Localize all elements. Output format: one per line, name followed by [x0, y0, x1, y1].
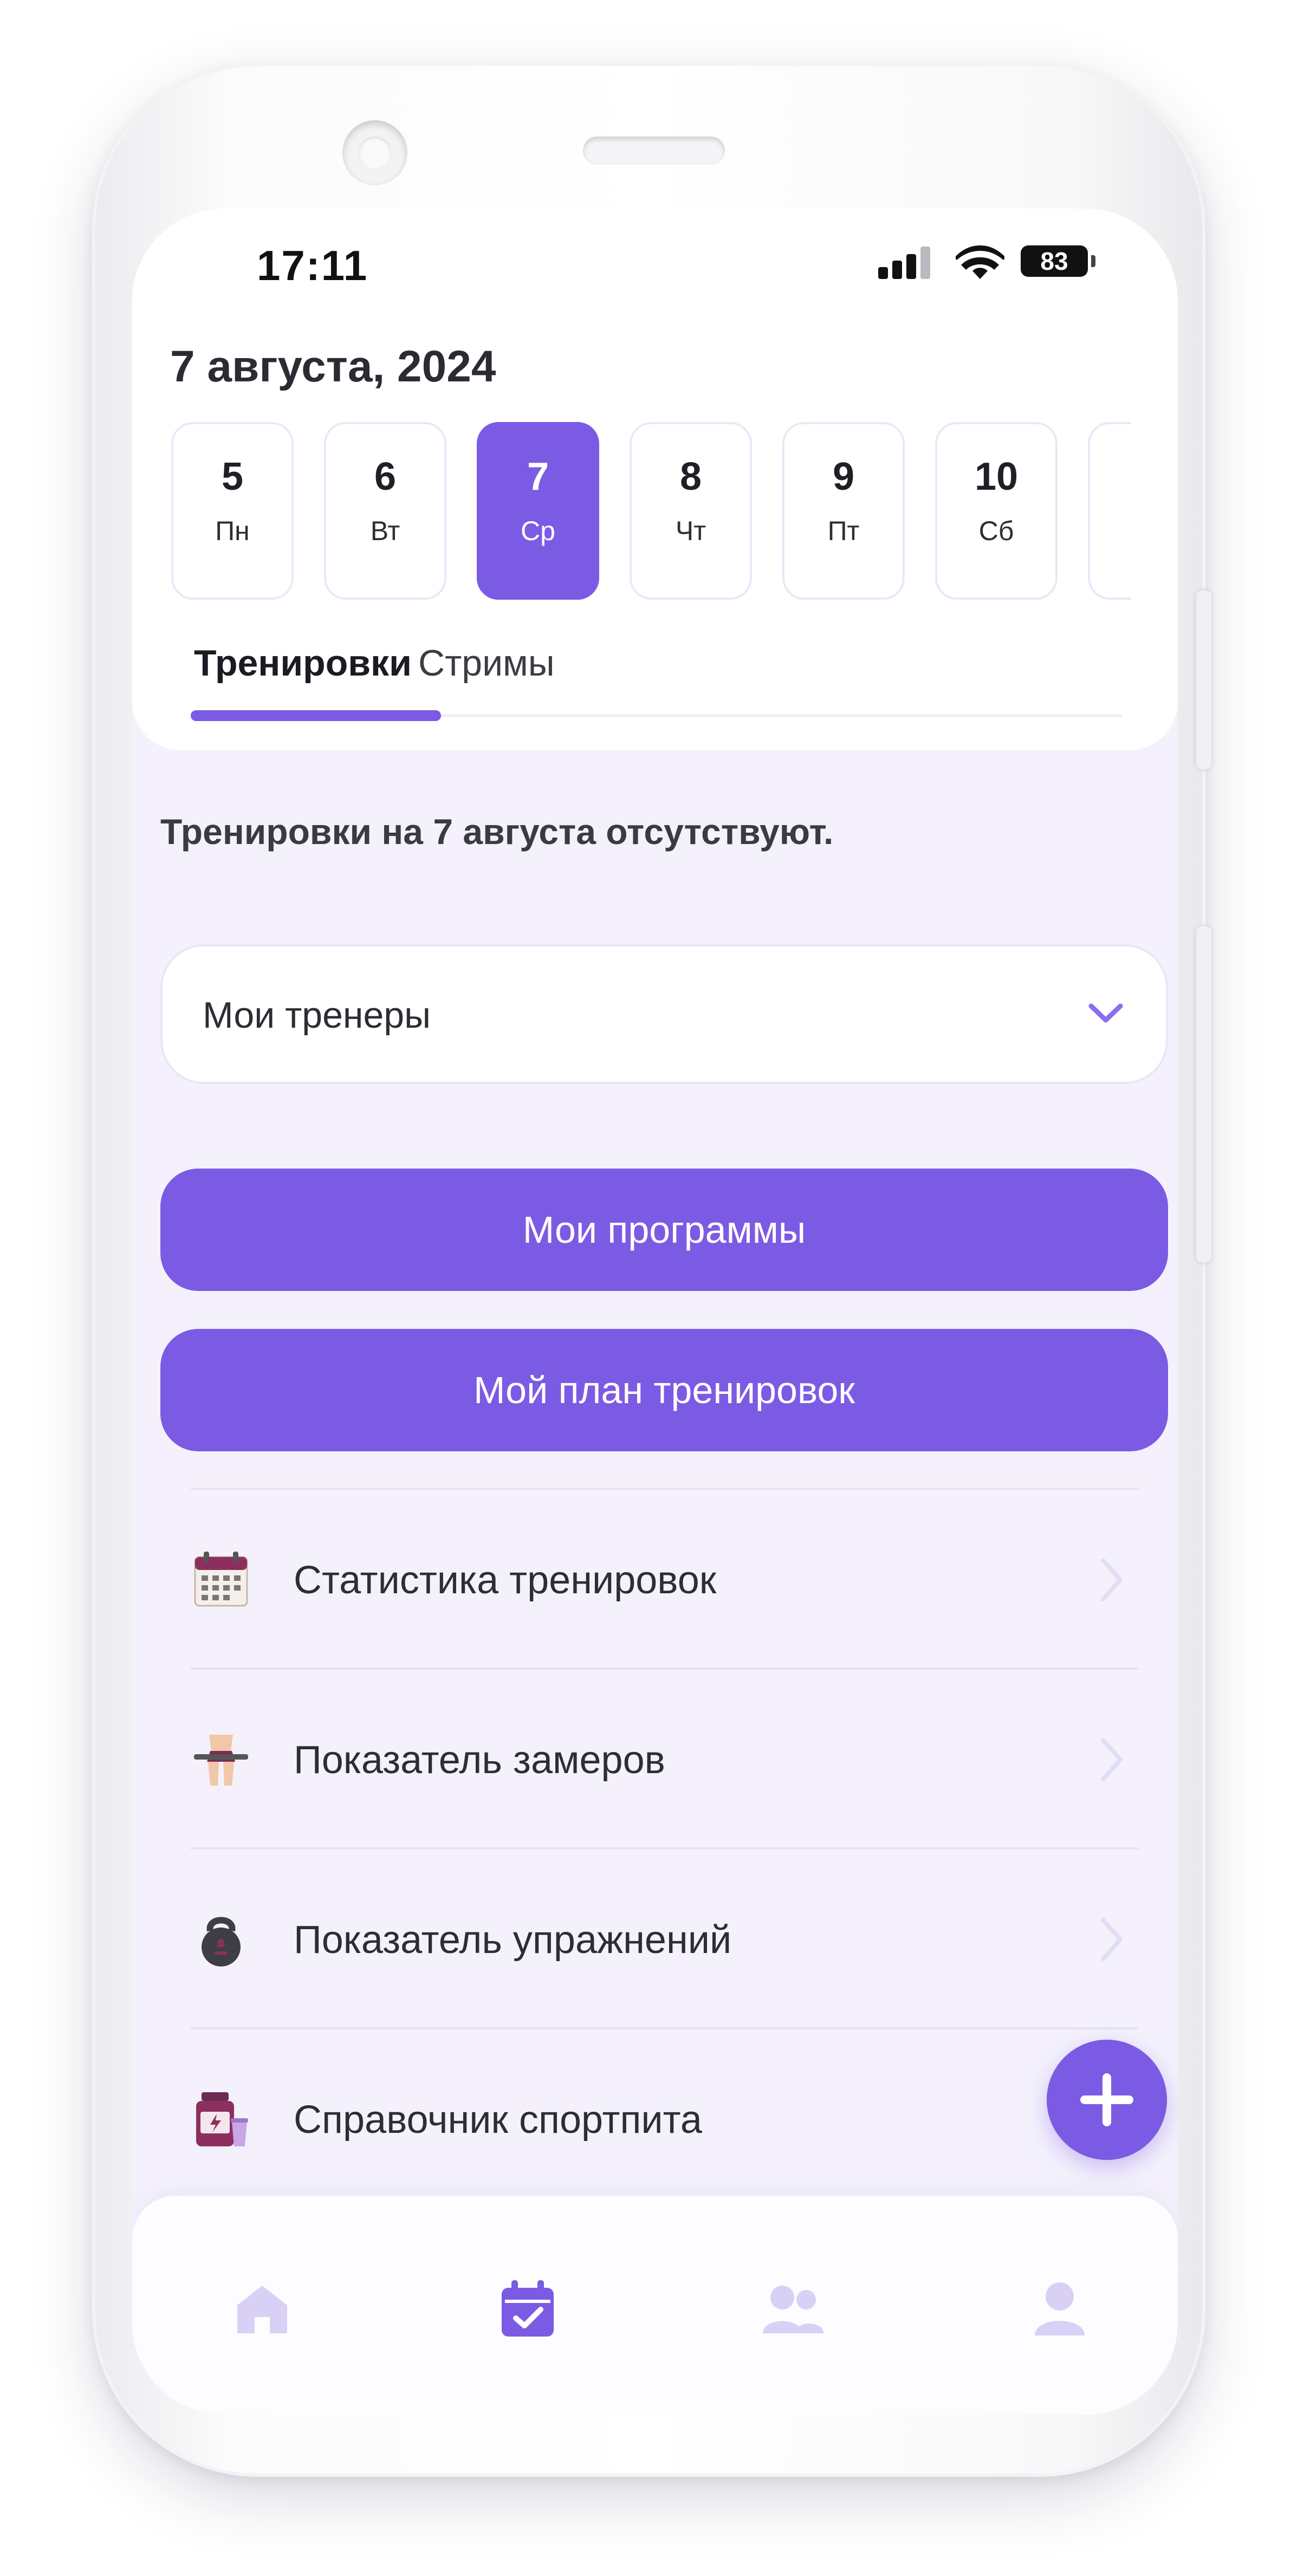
menu-item-label: Показатель упражнений	[294, 1918, 732, 1962]
empty-workouts-message: Тренировки на 7 августа отсутствуют.	[160, 812, 834, 852]
kettlebell-icon	[202, 1917, 241, 1967]
day-item[interactable]: 8 Чт	[630, 422, 752, 600]
cellular-signal-icon	[878, 246, 930, 279]
trainers-dropdown-label: Мои тренеры	[203, 995, 431, 1036]
front-camera	[342, 120, 407, 185]
profile-icon[interactable]	[1027, 2277, 1092, 2342]
chevron-right-icon	[1101, 1738, 1123, 1781]
day-item[interactable]: 6 Вт	[324, 422, 446, 600]
menu-item-exercises[interactable]: Показатель упражнений	[191, 1847, 1139, 2027]
day-weekday: Пт	[827, 516, 860, 546]
side-button	[1196, 926, 1211, 1262]
day-item-partial[interactable]	[1088, 422, 1131, 600]
calendar-stats-icon	[194, 1552, 248, 1607]
menu-item-measurements[interactable]: Показатель замеров	[191, 1667, 1139, 1847]
day-item[interactable]: 9 Пт	[782, 422, 905, 600]
battery-icon: 83	[1021, 245, 1095, 277]
menu-item-label: Справочник спортпита	[294, 2098, 702, 2142]
day-selector: 5 Пн 6 Вт 7 Ср 8 Чт 9 Пт 10 Сб	[171, 422, 1178, 601]
chevron-down-icon	[1088, 1003, 1123, 1023]
bottom-nav	[132, 2196, 1178, 2415]
header-card: 17:11 83 7 августа, 2024 5 Пн 6 Вт 7 Ср …	[132, 209, 1178, 750]
day-number: 9	[832, 455, 855, 498]
page-title: 7 августа, 2024	[170, 342, 496, 391]
day-number: 6	[374, 455, 397, 498]
menu-item-label: Статистика тренировок	[294, 1559, 717, 1602]
day-number: 8	[679, 455, 702, 498]
menu-list: Статистика тренировок Показатель замеров	[191, 1488, 1139, 2207]
wifi-icon	[956, 245, 1004, 279]
status-time: 17:11	[257, 242, 368, 289]
my-workout-plan-button[interactable]: Мой план тренировок	[160, 1329, 1168, 1451]
app-screen: 17:11 83 7 августа, 2024 5 Пн 6 Вт 7 Ср …	[132, 209, 1178, 2415]
chevron-right-icon	[1101, 1558, 1123, 1601]
earpiece-speaker	[583, 137, 725, 165]
tab-active-indicator	[191, 710, 441, 721]
menu-item-supplements[interactable]: Справочник спортпита	[191, 2027, 1139, 2207]
menu-item-workout-stats[interactable]: Статистика тренировок	[191, 1488, 1139, 1667]
day-number: 7	[527, 455, 549, 498]
tab-bar: Тренировки Стримы	[191, 642, 1123, 729]
day-weekday: Пн	[215, 516, 250, 546]
day-item[interactable]: 5 Пн	[171, 422, 294, 600]
body-measure-icon	[194, 1735, 248, 1786]
chevron-right-icon	[1101, 1918, 1123, 1961]
day-weekday: Ср	[521, 516, 555, 546]
home-icon[interactable]	[230, 2277, 295, 2342]
trainers-dropdown[interactable]: Мои тренеры	[160, 944, 1168, 1084]
day-number: 5	[221, 455, 244, 498]
tab-workouts[interactable]: Тренировки	[194, 642, 412, 684]
calendar-check-icon[interactable]	[495, 2277, 560, 2342]
menu-item-label: Показатель замеров	[294, 1738, 665, 1782]
day-number: 10	[974, 455, 1019, 498]
tab-streams[interactable]: Стримы	[418, 642, 555, 684]
day-item-selected[interactable]: 7 Ср	[477, 422, 599, 600]
group-icon[interactable]	[761, 2277, 826, 2342]
my-programs-button[interactable]: Мои программы	[160, 1169, 1168, 1291]
tab-divider	[441, 715, 1123, 717]
side-button	[1196, 591, 1211, 769]
day-weekday: Чт	[675, 516, 706, 546]
add-button[interactable]	[1047, 2040, 1167, 2160]
supplement-jar-icon	[196, 2092, 248, 2146]
day-weekday: Сб	[978, 516, 1014, 546]
day-item[interactable]: 10 Сб	[935, 422, 1058, 600]
day-weekday: Вт	[370, 516, 400, 546]
